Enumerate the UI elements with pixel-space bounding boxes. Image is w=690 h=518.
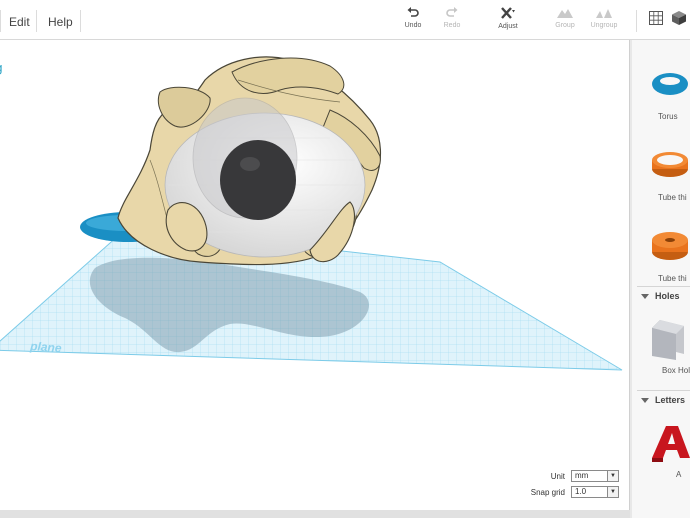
snap-grid-select[interactable]: 1.0 ▼ [571,486,619,498]
letters-title: Letters [655,395,686,405]
redo-button[interactable]: Redo [430,6,474,38]
adjust-label: Adjust [498,23,518,30]
unit-value: mm [575,471,589,480]
shape-tube-thin[interactable]: Tube thi [632,135,690,215]
unit-select[interactable]: mm ▼ [571,470,619,482]
shapes-sidebar: Torus Tube thi Tube thi Holes Box Hol Le… [632,40,690,518]
redo-label: Redo [443,22,461,29]
menu-divider [80,10,81,32]
shape-name: Torus [658,112,678,121]
snap-grid-setting: Snap grid 1.0 ▼ [531,486,619,498]
torus-icon [652,73,688,95]
ungroup-button[interactable]: Ungroup [582,6,626,38]
holes-section-header[interactable]: Holes [637,286,690,308]
shape-name: Tube thi [658,193,687,202]
shape-name: A [676,470,682,479]
group-label: Group [555,22,575,29]
bottom-strip [0,510,630,518]
view-cube-button[interactable] [671,10,689,28]
3d-scene[interactable]: plane [0,40,630,510]
adjust-icon [501,7,515,19]
collapse-triangle-icon [641,294,649,299]
cube-icon [672,11,686,25]
holes-title: Holes [655,291,680,301]
edit-menu[interactable]: Edit [9,15,30,29]
chevron-down-icon: ▼ [607,487,618,497]
group-button[interactable]: Group [543,6,587,38]
undo-icon [407,7,419,17]
menu-divider [0,10,1,32]
workplane-label: plane [29,339,63,355]
shape-torus[interactable]: Torus [632,54,690,134]
letter-a-icon [652,426,690,462]
snap-grid-label: Snap grid [530,487,565,497]
group-icon [557,9,573,18]
redo-icon [446,7,458,17]
undo-button[interactable]: Undo [391,6,435,38]
ungroup-icon [596,9,612,18]
tube-thick-icon [652,232,688,260]
shape-box-hole[interactable]: Box Hol [632,308,690,388]
snap-grid-value: 1.0 [575,487,587,496]
workplane-viewport[interactable]: ng plane [0,40,630,510]
chevron-down-icon: ▼ [607,471,618,481]
grid-view-button[interactable] [648,10,666,28]
box-hole-icon [652,320,684,360]
tinkercad-editor: Edit Help Undo Redo Adjust Group Ungroup… [0,0,690,518]
grid-icon [649,11,663,25]
shape-tube-thick[interactable]: Tube thi [632,216,690,296]
shape-letter-a[interactable]: A [632,412,690,492]
ungroup-label: Ungroup [590,22,618,29]
collapse-triangle-icon [641,398,649,403]
letters-section-header[interactable]: Letters [637,390,690,412]
unit-label: Unit [550,471,565,481]
unit-setting: Unit mm ▼ [551,470,619,482]
toolbar-divider [636,10,637,32]
adjust-button[interactable]: Adjust [486,6,530,38]
shape-name: Box Hol [662,366,690,375]
top-toolbar: Edit Help Undo Redo Adjust Group Ungroup [0,0,690,40]
tube-thin-icon [652,152,688,177]
undo-label: Undo [404,22,422,29]
menu-divider [36,10,37,32]
shape-name: Tube thi [658,274,687,283]
help-menu[interactable]: Help [48,15,73,29]
